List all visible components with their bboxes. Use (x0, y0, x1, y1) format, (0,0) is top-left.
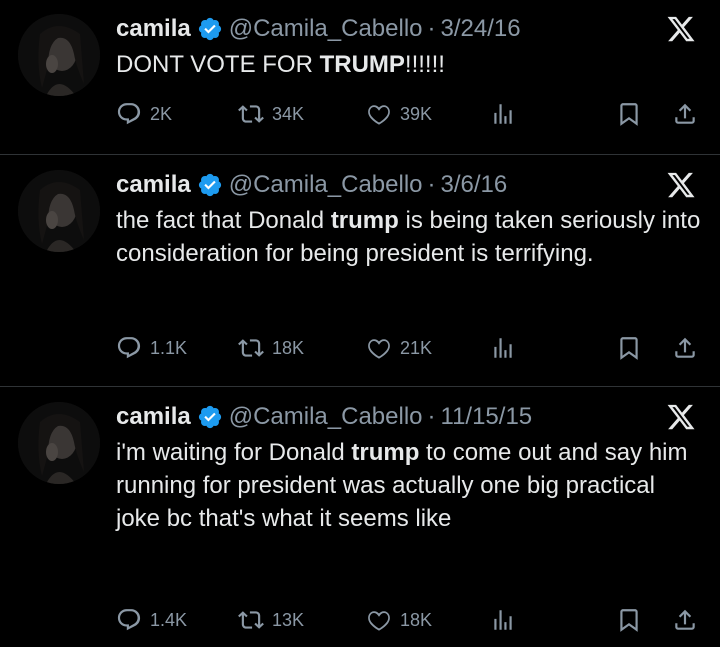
handle[interactable]: @Camila_Cabello (229, 403, 423, 431)
views-icon (494, 338, 512, 358)
heart-icon (368, 339, 390, 359)
display-name[interactable]: camila (116, 171, 191, 199)
tweet-date[interactable]: 3/24/16 (441, 15, 521, 43)
retweet-count: 34K (272, 103, 305, 124)
share-button[interactable] (672, 335, 698, 361)
retweet-button[interactable]: 18K (238, 335, 304, 361)
tweet-feed: camila @Camila_Cabello · 3/24/16 DONT VO… (0, 0, 720, 647)
bookmark-button[interactable] (616, 335, 642, 361)
display-name[interactable]: camila (116, 403, 191, 431)
verified-badge-icon (198, 173, 221, 197)
avatar[interactable] (18, 170, 100, 252)
share-icon (675, 609, 695, 630)
like-button[interactable]: 39K (366, 101, 432, 127)
retweet-button[interactable]: 13K (238, 607, 304, 633)
retweet-icon (238, 611, 264, 629)
retweet-button[interactable]: 34K (238, 101, 304, 127)
bookmark-icon (620, 337, 638, 360)
heart-icon (368, 611, 390, 631)
bookmark-icon (620, 609, 638, 632)
text-part: i'm waiting for Donald (116, 439, 352, 466)
verified-badge-icon (198, 17, 221, 41)
x-logo-icon (667, 404, 695, 430)
separator-dot: · (427, 15, 436, 42)
reply-count: 2K (150, 103, 173, 124)
reply-button[interactable]: 1.1K (116, 335, 187, 361)
tweet-header: camila @Camila_Cabello · 3/24/16 (116, 12, 521, 46)
text-emphasis: TRUMP (319, 51, 405, 78)
bookmark-button[interactable] (616, 101, 642, 127)
avatar[interactable] (18, 402, 100, 484)
reply-icon (117, 103, 141, 125)
text-part: DONT VOTE FOR (116, 51, 320, 78)
action-bar: 1.1K 18K 21K (116, 334, 706, 362)
views-button[interactable] (490, 101, 516, 127)
share-button[interactable] (672, 607, 698, 633)
heart-icon (368, 105, 390, 125)
action-bar: 2K 34K 39K (116, 100, 706, 128)
text-part: !!!!!! (404, 51, 445, 78)
tweet-text: DONT VOTE FOR TRUMP!!!!!! (116, 48, 701, 81)
like-count: 18K (400, 609, 433, 630)
like-button[interactable]: 21K (366, 335, 432, 361)
action-bar: 1.4K 13K 18K (116, 606, 706, 634)
separator-dot: · (427, 171, 436, 198)
views-button[interactable] (490, 335, 516, 361)
bookmark-icon (620, 103, 638, 126)
like-count: 21K (400, 337, 433, 358)
separator-dot: · (427, 403, 436, 430)
like-button[interactable]: 18K (366, 607, 432, 633)
views-icon (494, 104, 512, 124)
avatar[interactable] (18, 14, 100, 96)
tweet-header: camila @Camila_Cabello · 11/15/15 (116, 400, 532, 434)
bookmark-button[interactable] (616, 607, 642, 633)
text-emphasis: trump (351, 439, 420, 466)
tweet-text: i'm waiting for Donald trump to come out… (116, 436, 701, 535)
share-icon (675, 337, 695, 358)
tweet[interactable]: camila @Camila_Cabello · 3/24/16 DONT VO… (0, 0, 720, 155)
tweet-date[interactable]: 11/15/15 (441, 403, 533, 431)
text-emphasis: trump (330, 207, 399, 234)
tweet-text: the fact that Donald trump is being take… (116, 204, 701, 270)
tweet[interactable]: camila @Camila_Cabello · 11/15/15 i'm wa… (0, 388, 720, 647)
like-count: 39K (400, 103, 433, 124)
verified-badge-icon (198, 405, 221, 429)
views-icon (494, 610, 512, 630)
x-logo-icon (667, 16, 695, 42)
retweet-count: 18K (272, 337, 305, 358)
share-button[interactable] (672, 101, 698, 127)
reply-icon (117, 337, 141, 359)
tweet-date[interactable]: 3/6/16 (441, 171, 508, 199)
reply-button[interactable]: 1.4K (116, 607, 187, 633)
display-name[interactable]: camila (116, 15, 191, 43)
tweet[interactable]: camila @Camila_Cabello · 3/6/16 the fact… (0, 156, 720, 387)
x-logo-icon (667, 172, 695, 198)
handle[interactable]: @Camila_Cabello (229, 15, 423, 43)
retweet-icon (238, 339, 264, 357)
reply-button[interactable]: 2K (116, 101, 172, 127)
reply-icon (117, 609, 141, 631)
retweet-icon (238, 105, 264, 123)
reply-count: 1.1K (150, 337, 188, 358)
handle[interactable]: @Camila_Cabello (229, 171, 423, 199)
tweet-header: camila @Camila_Cabello · 3/6/16 (116, 168, 507, 202)
share-icon (675, 103, 695, 124)
reply-count: 1.4K (150, 609, 188, 630)
retweet-count: 13K (272, 609, 305, 630)
views-button[interactable] (490, 607, 516, 633)
text-part: the fact that Donald (116, 207, 331, 234)
